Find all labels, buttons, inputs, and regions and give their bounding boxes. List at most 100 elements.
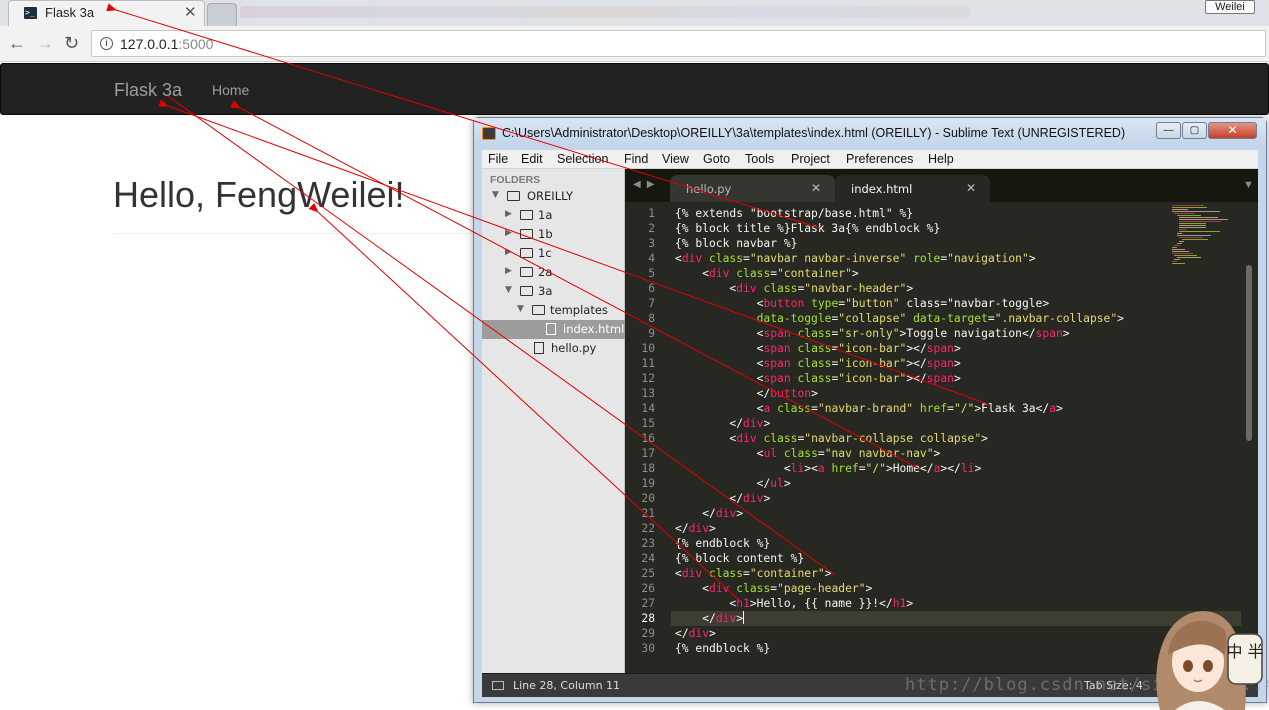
tree-folder-1b[interactable]: ▶ 1b: [482, 225, 625, 244]
menu-selection[interactable]: Selection: [557, 152, 608, 166]
code-line[interactable]: <div class="navbar-header">: [675, 281, 913, 296]
folder-open-icon: [520, 286, 533, 296]
terminal-favicon-icon: >_: [24, 7, 37, 19]
tab-index-html[interactable]: index.html ✕: [835, 175, 990, 202]
code-line[interactable]: <span class="sr-only">Toggle navigation<…: [675, 326, 1070, 341]
expanded-arrow-icon[interactable]: ▼: [492, 190, 499, 200]
tab-scroll-arrows-icon[interactable]: ◀▶: [633, 179, 660, 190]
code-line[interactable]: <ul class="nav navbar-nav">: [675, 446, 941, 461]
panel-toggle-icon[interactable]: [492, 681, 504, 690]
collapsed-arrow-icon[interactable]: ▶: [505, 266, 512, 276]
collapsed-arrow-icon[interactable]: ▶: [505, 228, 512, 238]
code-line[interactable]: </div>: [675, 521, 716, 536]
line-number: 18: [641, 462, 655, 475]
minimap-line: [1172, 211, 1220, 212]
minimap-line: [1174, 255, 1197, 256]
menu-find[interactable]: Find: [624, 152, 648, 166]
tab-label: hello.py: [686, 182, 732, 196]
tree-folder-3a[interactable]: ▼ 3a: [482, 282, 625, 301]
code-line[interactable]: </div>: [675, 491, 770, 506]
code-line[interactable]: <h1>Hello, {{ name }}!</h1>: [675, 596, 913, 611]
code-line[interactable]: </button>: [675, 386, 818, 401]
tree-folder-1c[interactable]: ▶ 1c: [482, 244, 625, 263]
address-bar[interactable]: i 127.0.0.1:5000: [91, 30, 1266, 57]
code-line[interactable]: </div>: [675, 611, 745, 626]
code-line[interactable]: </div>: [675, 626, 716, 641]
folder-open-icon: [532, 305, 545, 315]
code-line[interactable]: <span class="icon-bar"></span>: [675, 341, 961, 356]
minimap-line: [1179, 217, 1218, 218]
code-line[interactable]: {% endblock %}: [675, 536, 770, 551]
tree-folder-oreilly[interactable]: ▼ OREILLY: [482, 187, 625, 206]
code-line[interactable]: <div class="navbar-collapse collapse">: [675, 431, 988, 446]
code-line[interactable]: <button type="button" class="navbar-togg…: [675, 296, 1050, 311]
code-line[interactable]: <li><a href="/">Home</a></li>: [675, 461, 981, 476]
collapsed-arrow-icon[interactable]: ▶: [505, 247, 512, 257]
code-line[interactable]: </div>: [675, 416, 770, 431]
close-tab-icon[interactable]: ✕: [184, 3, 197, 21]
url-host: 127.0.0.1: [120, 36, 179, 52]
code-line[interactable]: <span class="icon-bar"></span>: [675, 371, 961, 386]
profile-button[interactable]: Weilei: [1205, 0, 1255, 14]
menu-goto[interactable]: Goto: [703, 152, 730, 166]
tab-hello-py[interactable]: hello.py ✕: [670, 175, 835, 202]
code-line[interactable]: <div class="container">: [675, 566, 832, 581]
menu-project[interactable]: Project: [791, 152, 830, 166]
menu-view[interactable]: View: [662, 152, 689, 166]
nav-home-link[interactable]: Home: [212, 82, 249, 98]
sublime-titlebar[interactable]: C:\Users\Administrator\Desktop\OREILLY\3…: [474, 118, 1266, 148]
code-line[interactable]: </ul>: [675, 476, 791, 491]
code-line[interactable]: data-toggle="collapse" data-target=".nav…: [675, 311, 1124, 326]
back-arrow-icon[interactable]: ←: [8, 34, 26, 52]
menu-file[interactable]: File: [488, 152, 508, 166]
code-line[interactable]: {% block navbar %}: [675, 236, 797, 251]
menu-edit[interactable]: Edit: [521, 152, 543, 166]
code-line[interactable]: <div class="navbar navbar-inverse" role=…: [675, 251, 1036, 266]
browser-tab-background[interactable]: [207, 3, 237, 26]
browser-toolbar: ← → ↻ i 127.0.0.1:5000: [0, 26, 1269, 62]
close-tab-icon[interactable]: ✕: [811, 181, 821, 195]
minimize-button[interactable]: —: [1156, 122, 1181, 139]
code-line[interactable]: <span class="icon-bar"></span>: [675, 356, 961, 371]
browser-tab-title: Flask 3a: [45, 5, 95, 20]
menu-help[interactable]: Help: [928, 152, 954, 166]
close-window-button[interactable]: ✕: [1208, 122, 1257, 139]
line-number: 30: [641, 642, 655, 655]
tree-folder-1a[interactable]: ▶ 1a: [482, 206, 625, 225]
close-tab-icon[interactable]: ✕: [966, 181, 976, 195]
expanded-arrow-icon[interactable]: ▼: [505, 285, 512, 295]
minimap-line: [1174, 213, 1196, 214]
reload-icon[interactable]: ↻: [64, 34, 79, 52]
browser-tab-flask-3a[interactable]: >_ Flask 3a ✕: [8, 0, 205, 26]
line-number: 25: [641, 567, 655, 580]
minimap-line: [1179, 229, 1188, 230]
site-info-icon[interactable]: i: [100, 37, 113, 50]
maximize-button[interactable]: ▢: [1182, 122, 1207, 139]
code-line[interactable]: <div class="container">: [675, 266, 859, 281]
code-editor[interactable]: {% extends "bootstrap/base.html" %} {% bl…: [675, 202, 1215, 673]
tab-list-dropdown-icon[interactable]: ▼: [1243, 179, 1254, 191]
minimap-line: [1176, 243, 1183, 244]
code-line[interactable]: {% block title %}Flask 3a{% endblock %}: [675, 221, 940, 236]
tree-folder-2a[interactable]: ▶ 2a: [482, 263, 625, 282]
tree-file-hello-py[interactable]: hello.py: [482, 339, 625, 358]
collapsed-arrow-icon[interactable]: ▶: [505, 209, 512, 219]
line-number: 22: [641, 522, 655, 535]
sublime-window-title: C:\Users\Administrator\Desktop\OREILLY\3…: [502, 126, 1126, 140]
code-line[interactable]: {% endblock %}: [675, 641, 770, 656]
forward-arrow-icon[interactable]: →: [36, 34, 54, 52]
minimap[interactable]: [1172, 205, 1242, 270]
expanded-arrow-icon[interactable]: ▼: [517, 304, 524, 314]
menu-preferences[interactable]: Preferences: [846, 152, 913, 166]
code-line[interactable]: </div>: [675, 506, 743, 521]
code-line[interactable]: {% extends "bootstrap/base.html" %}: [675, 206, 913, 221]
tree-file-index-html[interactable]: index.html: [482, 320, 625, 339]
code-line[interactable]: <a class="navbar-brand" href="/">Flask 3…: [675, 401, 1063, 416]
code-line[interactable]: <div class="page-header">: [675, 581, 872, 596]
menu-tools[interactable]: Tools: [745, 152, 774, 166]
tree-folder-templates[interactable]: ▼ templates: [482, 301, 625, 320]
folder-icon: [520, 229, 533, 239]
editor-scrollbar[interactable]: [1246, 265, 1252, 441]
navbar-brand-link[interactable]: Flask 3a: [114, 80, 182, 101]
code-line[interactable]: {% block content %}: [675, 551, 804, 566]
